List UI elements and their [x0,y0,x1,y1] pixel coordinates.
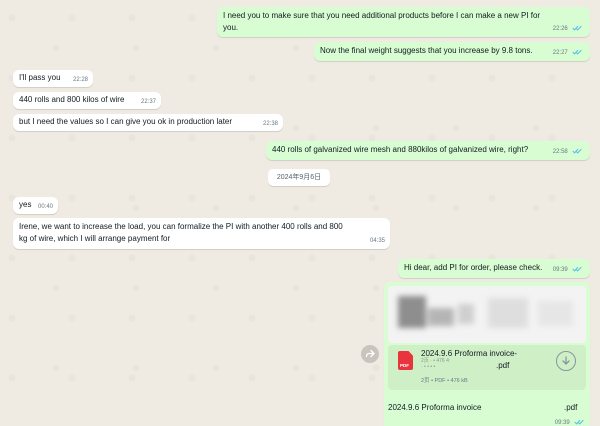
message-time: 04:35 [369,238,385,244]
message-text: I'll pass you [19,73,61,82]
outgoing-message[interactable]: Now the final weight suggests that you i… [314,42,590,61]
incoming-message[interactable]: I'll pass you 22:28 [13,70,93,87]
document-file-card[interactable]: PDF 2024.9.6 Proforma invoice- 2页 · • 47… [388,345,586,390]
read-ticks-icon [572,25,582,31]
download-button[interactable] [556,351,576,371]
message-text: but I need the values so I can give you … [19,117,233,126]
message-text: 440 rolls and 800 kilos of wire [19,95,125,104]
message-text: I need you to make sure that you need ad… [223,11,541,20]
message-time: 09:39 [552,267,568,273]
document-meta-blur: · • • • • [421,364,436,370]
outgoing-message[interactable]: 440 rolls of galvanized wire mesh and 88… [266,141,590,160]
message-time: 22:58 [552,149,568,155]
message-text: Now the final weight suggests that you i… [320,46,533,55]
message-time: 22:38 [262,121,278,127]
forward-button[interactable] [361,345,379,363]
document-caption-ext: .pdf [564,403,578,412]
incoming-message[interactable]: yes 00:40 [13,197,58,214]
forward-icon [365,349,375,358]
message-time: 22:37 [140,99,156,105]
document-message[interactable]: PDF 2024.9.6 Proforma invoice- 2页 · • 47… [384,282,590,426]
message-time: 09:39 [554,420,570,426]
message-text: kg of wire, which I will arrange payment… [19,234,171,243]
message-text: Irene, we want to increase the load, you… [19,222,343,231]
message-time: 22:27 [552,50,568,56]
incoming-message[interactable]: but I need the values so I can give you … [13,114,283,131]
read-ticks-icon [574,419,584,425]
date-separator-label: 2024年9月6日 [276,174,322,181]
message-text: Hi dear, add PI for order, please check. [404,263,543,272]
message-text: 440 rolls of galvanized wire mesh and 88… [272,145,529,154]
message-text: you. [223,23,239,32]
pdf-icon-label: PDF [400,363,409,368]
outgoing-message[interactable]: Hi dear, add PI for order, please check.… [398,259,590,278]
message-text: yes [19,200,32,209]
message-time: 22:26 [552,26,568,32]
document-file-name-ext: .pdf [496,361,510,370]
outgoing-message[interactable]: I need you to make sure that you need ad… [217,7,590,37]
incoming-message[interactable]: 440 rolls and 800 kilos of wire 22:37 [13,92,161,109]
document-meta: 2页 • PDF • 476 kB [421,378,468,384]
read-ticks-icon [572,266,582,272]
document-caption: 2024.9.6 Proforma invoice [388,403,482,412]
pdf-icon: PDF [398,351,413,370]
incoming-message[interactable]: Irene, we want to increase the load, you… [13,218,390,249]
read-ticks-icon [572,49,582,55]
date-separator: 2024年9月6日 [268,169,330,186]
document-preview-thumbnail[interactable] [388,286,586,343]
read-ticks-icon [572,148,582,154]
download-icon [562,356,570,365]
message-time: 22:28 [72,77,88,83]
message-time: 00:40 [37,204,53,210]
